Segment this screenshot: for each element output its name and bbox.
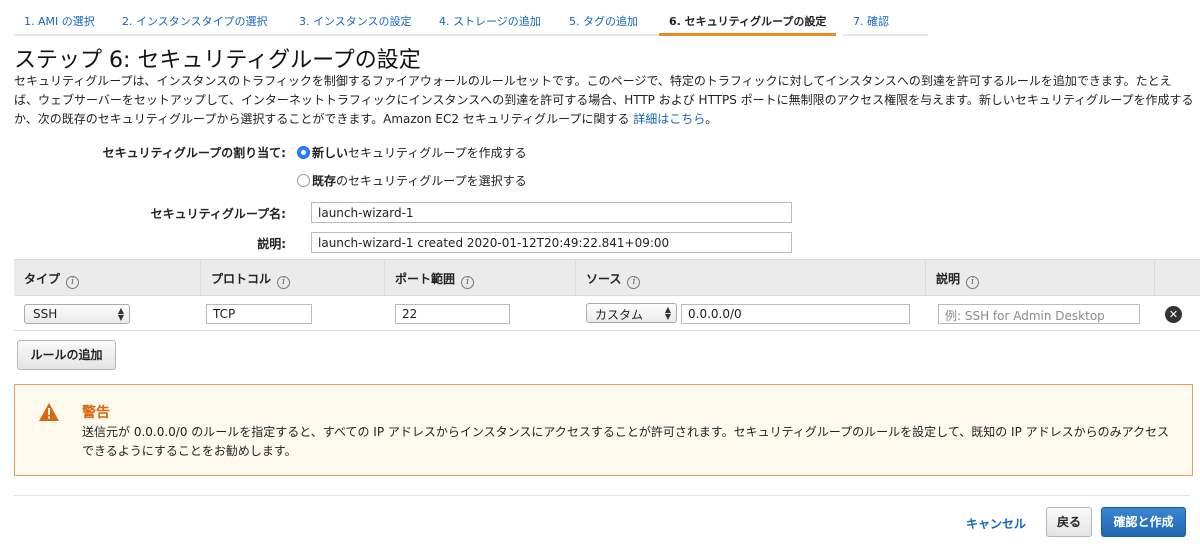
group-name-input[interactable]: launch-wizard-1 <box>311 202 792 223</box>
tab-security-group[interactable]: 6. セキュリティグループの設定 <box>659 5 836 36</box>
remove-rule-icon[interactable]: ✕ <box>1165 306 1182 323</box>
rules-table-header: タイプ i プロトコル i ポート範囲 i ソース i 説明 i <box>14 259 1200 296</box>
info-icon[interactable]: i <box>277 276 291 289</box>
info-icon[interactable]: i <box>461 276 475 289</box>
details-link[interactable]: 詳細はこちら <box>633 112 705 126</box>
select-arrows-icon: ▲ ▼ <box>117 306 124 322</box>
header-type: タイプ i <box>14 260 200 295</box>
info-icon[interactable]: i <box>627 276 641 289</box>
tab-label: 2. インスタンスタイプの選択 <box>122 15 268 28</box>
header-label: プロトコル <box>211 272 272 286</box>
header-source: ソース i <box>575 260 925 295</box>
warning-text: 送信元が 0.0.0.0/0 のルールを指定すると、すべての IP アドレスから… <box>82 425 1170 458</box>
select-arrows-icon: ▲ ▼ <box>664 305 671 321</box>
source-mode-value: カスタム <box>595 308 644 322</box>
source-cidr-input[interactable]: 0.0.0.0/0 <box>681 304 910 324</box>
footer-divider <box>14 495 1190 496</box>
option-existing-bold: 既存 <box>312 174 337 188</box>
header-port-range: ポート範囲 i <box>384 260 575 295</box>
tab-ami[interactable]: 1. AMI の選択 <box>14 5 114 36</box>
header-label: タイプ <box>24 272 61 286</box>
page-title: ステップ 6: セキュリティグループの設定 <box>14 48 421 73</box>
cancel-button[interactable]: キャンセル <box>966 515 1026 532</box>
add-rule-button[interactable]: ルールの追加 <box>17 340 116 370</box>
header-label: ソース <box>586 272 622 286</box>
type-select-value: SSH <box>33 307 58 321</box>
tab-storage[interactable]: 4. ストレージの追加 <box>429 5 559 36</box>
tab-instance-config[interactable]: 3. インスタンスの設定 <box>289 5 429 36</box>
group-description-label: 説明: <box>257 237 286 251</box>
group-name-label: セキュリティグループ名: <box>150 207 286 221</box>
page-description: セキュリティグループは、インスタンスのトラフィックを制御するファイアウォールのル… <box>14 72 1194 129</box>
tab-label: 1. AMI の選択 <box>24 15 95 28</box>
assign-label: セキュリティグループの割り当て: <box>102 146 286 160</box>
tab-label: 6. セキュリティグループの設定 <box>669 15 827 28</box>
rule-description-input[interactable]: 例: SSH for Admin Desktop <box>938 304 1140 324</box>
radio-select-existing[interactable]: 既存 のセキュリティグループを選択する <box>297 172 527 189</box>
radio-button-unchecked[interactable] <box>297 174 310 187</box>
radio-button-checked[interactable] <box>297 146 310 159</box>
tab-review[interactable]: 7. 確認 <box>843 5 928 36</box>
header-label: 説明 <box>936 272 961 286</box>
info-icon[interactable]: i <box>966 276 980 289</box>
wizard-tabs: 1. AMI の選択 2. インスタンスタイプの選択 3. インスタンスの設定 … <box>14 5 1200 36</box>
protocol-field: TCP <box>206 304 312 324</box>
tab-label: 5. タグの追加 <box>569 15 638 28</box>
header-description: 説明 i <box>925 260 1154 295</box>
info-icon[interactable]: i <box>66 276 80 289</box>
header-label: ポート範囲 <box>395 272 456 286</box>
tab-label: 3. インスタンスの設定 <box>299 15 412 28</box>
tab-instance-type[interactable]: 2. インスタンスタイプの選択 <box>112 5 289 36</box>
review-and-launch-button[interactable]: 確認と作成 <box>1101 507 1186 537</box>
warning-icon <box>39 403 59 421</box>
source-mode-select[interactable]: カスタム ▲ ▼ <box>586 303 677 323</box>
back-button[interactable]: 戻る <box>1046 507 1092 537</box>
tab-label: 4. ストレージの追加 <box>439 15 541 28</box>
option-new-rest: セキュリティグループを作成する <box>348 146 527 160</box>
radio-create-new[interactable]: 新しい セキュリティグループを作成する <box>297 144 527 161</box>
warning-title: 警告 <box>82 405 110 421</box>
tab-tags[interactable]: 5. タグの追加 <box>559 5 659 36</box>
description-end: 。 <box>705 112 718 126</box>
header-protocol: プロトコル i <box>200 260 384 295</box>
tab-label: 7. 確認 <box>853 15 889 28</box>
group-description-input[interactable]: launch-wizard-1 created 2020-01-12T20:49… <box>311 232 792 253</box>
warning-box: 警告 送信元が 0.0.0.0/0 のルールを指定すると、すべての IP アドレ… <box>14 384 1193 476</box>
port-range-field: 22 <box>395 304 510 324</box>
description-text: セキュリティグループは、インスタンスのトラフィックを制御するファイアウォールのル… <box>14 74 1194 126</box>
type-select[interactable]: SSH ▲ ▼ <box>24 304 130 324</box>
table-row: SSH ▲ ▼ TCP 22 カスタム ▲ ▼ 0.0.0.0/0 例: SSH f… <box>14 296 1200 331</box>
option-new-bold: 新しい <box>312 146 349 160</box>
header-actions <box>1154 260 1200 295</box>
option-existing-rest: のセキュリティグループを選択する <box>336 174 527 188</box>
